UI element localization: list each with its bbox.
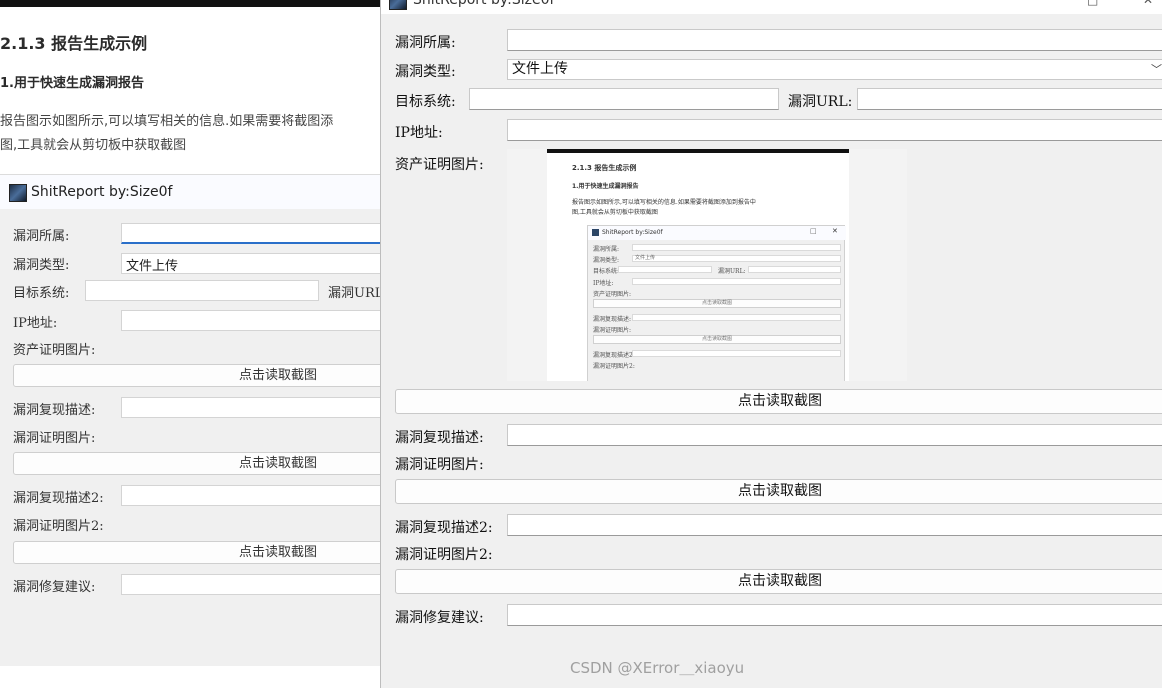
bg-target-system-input[interactable] bbox=[85, 280, 319, 301]
ip-address-input[interactable] bbox=[507, 119, 1162, 141]
label-ip-address: IP地址: bbox=[395, 125, 443, 141]
document-subheading: 1.用于快速生成漏洞报告 bbox=[0, 76, 144, 91]
bg-read-screenshot-button-1[interactable]: 点击读取截图 bbox=[13, 364, 380, 387]
preview-app-window: ShitReport by:Size0f □ ✕ 漏洞所属: 漏洞类型: 文件上… bbox=[587, 225, 846, 381]
label-repro-desc: 漏洞复现描述: bbox=[395, 430, 484, 446]
chevron-down-icon: ﹀ bbox=[1151, 63, 1162, 76]
preview-logo-icon bbox=[592, 229, 599, 236]
window-title: ShitReport by:Size0f bbox=[413, 0, 555, 8]
preview-row-label: 漏洞复现描述: bbox=[593, 316, 632, 323]
bg-label-vuln-type: 漏洞类型: bbox=[13, 258, 70, 273]
preview-window-title: ShitReport by:Size0f bbox=[602, 229, 663, 236]
read-screenshot-button-3[interactable]: 点击读取截图 bbox=[395, 569, 1162, 594]
bg-vuln-owner-input[interactable] bbox=[121, 223, 380, 244]
preview-row-label: IP地址: bbox=[593, 280, 614, 287]
bg-ip-address-input[interactable] bbox=[121, 310, 380, 331]
document-top-bar bbox=[0, 0, 380, 7]
document-paragraph-line-1: 报告图示如图所示,可以填写相关的信息.如果需要将截图添 bbox=[0, 114, 334, 129]
label-asset-proof: 资产证明图片: bbox=[395, 157, 484, 173]
bg-label-ip-address: IP地址: bbox=[13, 316, 58, 331]
document-heading: 2.1.3 报告生成示例 bbox=[0, 34, 148, 53]
background-app-window: ShitReport by:Size0f 漏洞所属: 漏洞类型: 文件上传 目标… bbox=[0, 174, 380, 666]
preview-row-label: 漏洞类型: bbox=[593, 257, 620, 264]
label-vuln-owner: 漏洞所属: bbox=[395, 35, 456, 51]
asset-proof-image-preview: 2.1.3 报告生成示例 1.用于快速生成漏洞报告 报告图示如图所示,可以填写相… bbox=[507, 149, 907, 381]
preview-line-2: 图,工具就会从剪切板中获取截图 bbox=[572, 209, 658, 216]
vuln-url-input[interactable] bbox=[857, 88, 1162, 110]
preview-button: 点击读取截图 bbox=[593, 335, 841, 344]
preview-url-label: 漏洞URL: bbox=[718, 268, 746, 275]
maximize-icon[interactable]: □ bbox=[1087, 0, 1098, 7]
bg-label-target-system: 目标系统: bbox=[13, 286, 70, 301]
preview-subheading: 1.用于快速生成漏洞报告 bbox=[572, 183, 639, 190]
vuln-owner-input[interactable] bbox=[507, 29, 1162, 51]
repro-desc2-input[interactable] bbox=[507, 514, 1162, 536]
vuln-type-selected-value: 文件上传 bbox=[512, 61, 568, 77]
preview-close-icon: ✕ bbox=[832, 227, 838, 235]
label-target-system: 目标系统: bbox=[395, 94, 456, 110]
preview-row-label: 资产证明图片: bbox=[593, 291, 632, 298]
bg-label-repro-desc: 漏洞复现描述: bbox=[13, 403, 96, 418]
label-vuln-type: 漏洞类型: bbox=[395, 64, 456, 80]
bg-read-screenshot-button-3[interactable]: 点击读取截图 bbox=[13, 541, 380, 564]
bg-label-proof-image: 漏洞证明图片: bbox=[13, 431, 96, 446]
target-system-input[interactable] bbox=[469, 88, 779, 110]
bg-read-screenshot-button-2[interactable]: 点击读取截图 bbox=[13, 452, 380, 475]
preview-heading: 2.1.3 报告生成示例 bbox=[572, 164, 637, 172]
preview-field bbox=[632, 244, 841, 251]
bg-fix-advice-input[interactable] bbox=[121, 574, 380, 595]
bg-label-vuln-owner: 漏洞所属: bbox=[13, 229, 70, 244]
document-paragraph-line-2: 图,工具就会从剪切板中获取截图 bbox=[0, 138, 187, 153]
bg-label-vuln-url: 漏洞URL bbox=[328, 286, 380, 301]
label-vuln-url: 漏洞URL: bbox=[788, 94, 853, 110]
bg-label-fix-advice: 漏洞修复建议: bbox=[13, 580, 96, 595]
label-fix-advice: 漏洞修复建议: bbox=[395, 610, 484, 626]
background-document: 2.1.3 报告生成示例 1.用于快速生成漏洞报告 报告图示如图所示,可以填写相… bbox=[0, 0, 380, 688]
bg-vuln-type-select[interactable]: 文件上传 bbox=[121, 253, 380, 274]
preview-row-label: 目标系统: bbox=[593, 268, 620, 275]
preview-page: 2.1.3 报告生成示例 1.用于快速生成漏洞报告 报告图示如图所示,可以填写相… bbox=[547, 149, 849, 381]
bg-label-proof-image2: 漏洞证明图片2: bbox=[13, 519, 104, 534]
preview-button: 点击读取截图 bbox=[593, 299, 841, 308]
preview-line-1: 报告图示如图所示,可以填写相关的信息.如果需要将截图添加到报告中 bbox=[572, 199, 756, 206]
main-app-window: ShitReport by:Size0f □ ✕ 漏洞所属: 漏洞类型: 文件上… bbox=[380, 0, 1162, 688]
app-logo-icon bbox=[9, 184, 27, 202]
preview-row-label: 漏洞复现描述2: bbox=[593, 352, 635, 359]
preview-field bbox=[632, 350, 841, 357]
preview-row-label: 漏洞证明图片: bbox=[593, 327, 632, 334]
label-proof-image2: 漏洞证明图片2: bbox=[395, 547, 493, 563]
fix-advice-input[interactable] bbox=[507, 604, 1162, 626]
read-screenshot-button-1[interactable]: 点击读取截图 bbox=[395, 389, 1162, 414]
read-screenshot-button-2[interactable]: 点击读取截图 bbox=[395, 479, 1162, 504]
preview-maximize-icon: □ bbox=[810, 227, 817, 235]
label-proof-image: 漏洞证明图片: bbox=[395, 457, 484, 473]
close-icon[interactable]: ✕ bbox=[1143, 0, 1153, 7]
preview-top-bar bbox=[547, 149, 849, 153]
bg-repro-desc-input[interactable] bbox=[121, 397, 380, 418]
bg-repro-desc2-input[interactable] bbox=[121, 485, 380, 506]
background-window-title: ShitReport by:Size0f bbox=[31, 184, 173, 200]
preview-field bbox=[632, 314, 841, 321]
csdn-watermark: CSDN @XError＿xiaoyu bbox=[570, 659, 745, 677]
preview-row-label: 漏洞所属: bbox=[593, 246, 620, 253]
vuln-type-select[interactable]: 文件上传 ﹀ bbox=[507, 59, 1162, 80]
repro-desc-input[interactable] bbox=[507, 424, 1162, 446]
preview-field bbox=[618, 266, 712, 273]
preview-field bbox=[748, 266, 841, 273]
preview-field bbox=[632, 278, 841, 285]
window-titlebar[interactable]: ShitReport by:Size0f □ ✕ bbox=[381, 0, 1162, 14]
bg-label-repro-desc2: 漏洞复现描述2: bbox=[13, 491, 104, 506]
bg-label-asset-proof: 资产证明图片: bbox=[13, 343, 96, 358]
label-repro-desc2: 漏洞复现描述2: bbox=[395, 520, 493, 536]
preview-row-label: 漏洞证明图片2: bbox=[593, 363, 635, 370]
app-logo-icon bbox=[389, 0, 407, 10]
background-window-titlebar: ShitReport by:Size0f bbox=[0, 175, 380, 209]
preview-type-select: 文件上传 bbox=[632, 255, 841, 262]
preview-titlebar: ShitReport by:Size0f □ ✕ bbox=[588, 226, 846, 240]
